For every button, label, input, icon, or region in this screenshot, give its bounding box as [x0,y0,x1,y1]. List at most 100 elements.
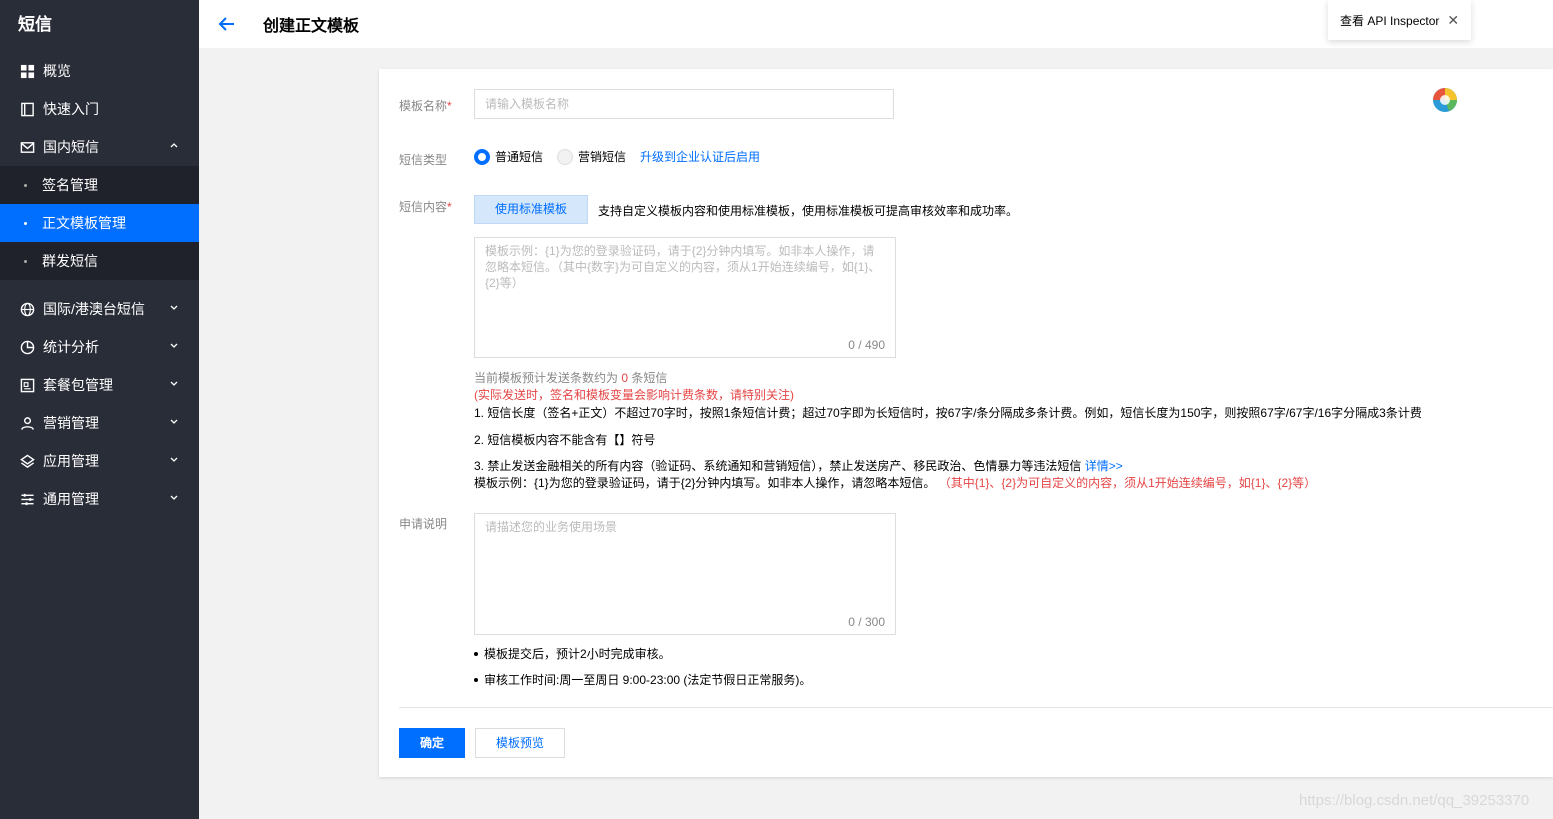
divider [399,707,1553,708]
template-name-label: 模板名称* [399,97,452,114]
rule-1: 1. 短信长度（签名+正文）不超过70字时，按照1条短信计费；超过70字即为长短… [474,406,1422,420]
review-note-2: 审核工作时间:周一至周日 9:00-23:00 (法定节假日正常服务)。 [474,671,811,688]
sms-type-radio-group: 普通短信 营销短信 升级到企业认证后启用 [474,148,760,165]
sidebar-item-bulk-send[interactable]: 群发短信 [0,242,199,280]
chevron-down-icon [170,495,178,500]
chevron-down-icon [170,457,178,462]
template-example-text: 模板示例：{1}为您的登录验证码，请于{2}分钟内填写。如非本人操作，请忽略本短… [474,476,936,490]
sidebar-item-label: 套餐包管理 [43,377,113,393]
rule-details-link[interactable]: 详情>> [1085,459,1123,473]
review-note-1: 模板提交后，预计2小时完成审核。 [474,645,671,662]
rule-3: 3. 禁止发送金融相关的所有内容（验证码、系统通知和营销短信），禁止发送房产、移… [474,457,1123,474]
sms-content-label: 短信内容* [399,198,452,215]
sms-content-counter: 0 / 490 [848,338,885,352]
sidebar-item-label: 应用管理 [43,453,99,469]
chevron-down-icon [170,419,178,424]
chevron-down-icon [170,343,178,348]
radio-normal-sms[interactable] [474,148,490,165]
estimate-note: (实际发送时，签名和模板变量会影响计费条数，请特别关注) [474,388,794,402]
sidebar-item-template[interactable]: 正文模板管理 [0,204,199,242]
chevron-down-icon [170,305,178,310]
watermark: https://blog.csdn.net/qq_39253370 [1299,792,1530,809]
rule-2: 2. 短信模板内容不能含有【】符号 [474,433,656,447]
sms-type-label: 短信类型 [399,153,448,167]
sidebar-item-statistics[interactable]: 统计分析 [0,328,199,366]
estimate-suffix: 条短信 [631,371,668,385]
apply-description-placeholder: 请描述您的业务使用场景 [485,520,618,534]
user-icon [19,415,35,431]
globe-icon [19,301,35,317]
sidebar-item-label: 群发短信 [42,253,98,269]
sidebar-item-overview[interactable]: 概览 [0,52,199,90]
template-name-input[interactable]: 请输入模板名称 [474,89,894,119]
bullet-dot [474,677,478,682]
confirm-button[interactable]: 确定 [399,728,465,758]
api-inspector-button[interactable]: 查看 API Inspector ✕ [1328,0,1471,40]
sidebar-item-label: 国内短信 [43,139,99,155]
required-mark: * [447,200,452,214]
sidebar-item-label: 通用管理 [43,491,99,507]
radio-marketing-sms[interactable] [557,148,574,165]
bullet-dot [24,183,27,187]
api-inspector-label: 查看 API Inspector [1340,13,1440,28]
sidebar: 短信 概览 快速入门 国内短信 签名管理 正文模板管理 群发短信 国际/港澳台短… [0,0,199,819]
sidebar-item-label: 统计分析 [43,339,99,355]
radio-marketing-sms-label[interactable]: 营销短信 [578,148,626,165]
chevron-up-icon [170,143,178,148]
sidebar-item-package[interactable]: 套餐包管理 [0,366,199,404]
sms-content-label-text: 短信内容 [399,200,448,214]
apply-description-label: 申请说明 [399,517,448,531]
template-form-card: 模板名称* 请输入模板名称 短信类型 普通短信 营销短信 升级到企业认证后启用 … [379,69,1553,777]
estimate-count: 0 [621,371,629,385]
use-standard-template-button[interactable]: 使用标准模板 [474,195,588,224]
bullet-dot [24,259,27,263]
colorful-logo-icon [1433,88,1457,112]
sidebar-item-label: 快速入门 [43,101,99,117]
chevron-down-icon [170,381,178,386]
book-icon [19,101,35,117]
sidebar-item-label: 国际/港澳台短信 [43,301,145,317]
back-arrow-icon[interactable] [217,14,237,34]
sidebar-item-apps[interactable]: 应用管理 [0,442,199,480]
grid-icon [19,63,35,79]
bullet-dot [24,221,27,225]
sms-content-placeholder: 模板示例：{1}为您的登录验证码，请于{2}分钟内填写。如非本人操作，请忽略本短… [485,244,881,290]
sidebar-item-quickstart[interactable]: 快速入门 [0,90,199,128]
bullet-dot [474,651,478,656]
sliders-icon [19,491,35,507]
standard-template-tip: 支持自定义模板内容和使用标准模板，使用标准模板可提高审核效率和成功率。 [598,204,1019,218]
template-name-label-text: 模板名称 [399,99,448,113]
review-note-2-text: 审核工作时间:周一至周日 9:00-23:00 (法定节假日正常服务)。 [484,673,812,687]
sidebar-item-general[interactable]: 通用管理 [0,480,199,518]
sms-content-textarea[interactable]: 模板示例：{1}为您的登录验证码，请于{2}分钟内填写。如非本人操作，请忽略本短… [474,237,896,358]
pie-chart-icon [19,339,35,355]
mail-icon [19,139,35,155]
sidebar-submenu: 签名管理 正文模板管理 群发短信 [0,166,199,280]
radio-normal-sms-label[interactable]: 普通短信 [495,148,543,165]
sidebar-item-label: 概览 [43,63,71,79]
rule-3-text: 3. 禁止发送金融相关的所有内容（验证码、系统通知和营销短信），禁止发送房产、移… [474,459,1082,473]
required-mark: * [447,99,452,113]
apply-description-textarea[interactable]: 请描述您的业务使用场景 0 / 300 [474,513,896,635]
sidebar-item-label: 营销管理 [43,415,99,431]
layers-icon [19,453,35,469]
review-note-1-text: 模板提交后，预计2小时完成审核。 [484,647,671,661]
sidebar-item-label: 正文模板管理 [42,215,126,231]
sidebar-item-signature[interactable]: 签名管理 [0,166,199,204]
sidebar-item-international[interactable]: 国际/港澳台短信 [0,290,199,328]
upgrade-link[interactable]: 升级到企业认证后启用 [640,148,760,165]
page-title: 创建正文模板 [263,18,360,35]
package-icon [19,377,35,393]
sidebar-title: 短信 [18,15,52,34]
header: 创建正文模板 查看 API Inspector ✕ [199,0,1553,48]
template-preview-button[interactable]: 模板预览 [475,728,565,758]
sidebar-item-domestic-sms[interactable]: 国内短信 [0,128,199,166]
estimate-line: 当前模板预计发送条数约为 0 条短信 [474,369,667,386]
sidebar-item-label: 签名管理 [42,177,98,193]
template-example-note: （其中{1}、{2}为可自定义的内容，须从1开始连续编号，如{1}、{2}等） [938,476,1317,490]
template-example: 模板示例：{1}为您的登录验证码，请于{2}分钟内填写。如非本人操作，请忽略本短… [474,474,1316,491]
sidebar-item-marketing[interactable]: 营销管理 [0,404,199,442]
close-icon[interactable]: ✕ [1447,12,1459,29]
apply-description-counter: 0 / 300 [848,615,885,629]
